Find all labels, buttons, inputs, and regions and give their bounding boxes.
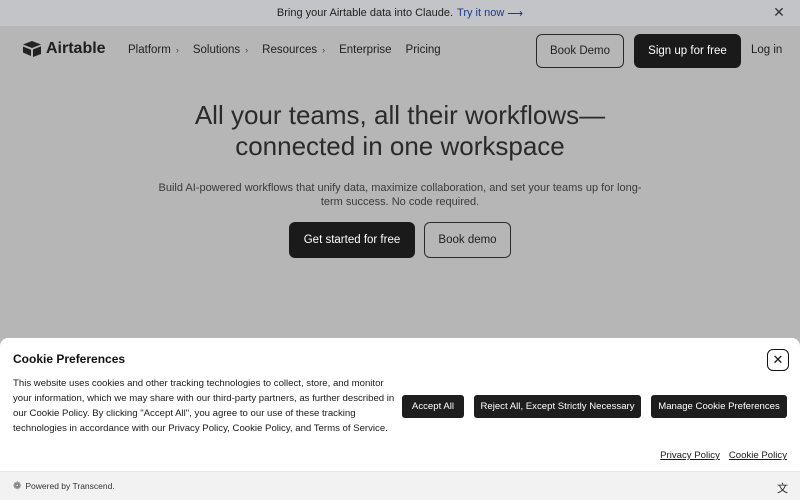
nav-item-label: Pricing [405, 44, 441, 56]
accept-all-button[interactable]: Accept All [402, 395, 464, 418]
hero-subtitle: Build AI-powered workflows that unify da… [158, 182, 642, 208]
policy-links: Privacy Policy Cookie Policy [651, 450, 787, 461]
nav-item-enterprise[interactable]: Enterprise [339, 44, 391, 56]
hero-title-line-2: connected in one workspace [235, 131, 565, 161]
nav-item-platform[interactable]: Platform › [128, 44, 179, 56]
transcend-logo-icon: ❁ [13, 480, 22, 492]
chevron-right-icon: › [175, 45, 179, 55]
manage-preferences-button[interactable]: Manage Cookie Preferences [651, 395, 787, 418]
privacy-policy-link[interactable]: Privacy Policy [660, 450, 720, 461]
nav-item-pricing[interactable]: Pricing [406, 44, 441, 56]
close-icon[interactable]: ✕ [767, 349, 789, 371]
arrow-right-icon[interactable]: ⟶ [507, 7, 523, 20]
nav-item-label: Enterprise [339, 44, 392, 56]
banner-text: Bring your Airtable data into Claude. [276, 7, 454, 19]
log-in-link[interactable]: Log in [751, 44, 782, 56]
chevron-right-icon: › [322, 45, 326, 55]
powered-by-text: Powered by Transcend. [25, 481, 115, 491]
cookie-policy-link[interactable]: Cookie Policy [729, 450, 787, 461]
sign-up-button[interactable]: Sign up for free [634, 34, 741, 68]
get-started-button[interactable]: Get started for free [289, 222, 415, 258]
nav-item-label: Resources [262, 44, 318, 56]
main-nav: Airtable Platform › Solutions › Resource… [0, 26, 800, 76]
hero-title: All your teams, all their workflows— con… [0, 100, 800, 162]
book-demo-hero-button[interactable]: Book demo [424, 222, 511, 258]
nav-item-label: Solutions [192, 44, 241, 56]
translate-icon[interactable]: 文 [777, 480, 788, 496]
airtable-logo-icon [23, 41, 41, 57]
nav-item-resources[interactable]: Resources › [262, 44, 325, 56]
banner-try-link[interactable]: Try it now [457, 7, 504, 19]
announcement-banner: Bring your Airtable data into Claude. Tr… [0, 0, 800, 26]
airtable-logo[interactable]: Airtable [22, 40, 106, 58]
reject-all-button[interactable]: Reject All, Except Strictly Necessary [474, 395, 641, 418]
cookie-preferences-panel: Cookie Preferences ✕ This website uses c… [0, 338, 800, 500]
close-icon[interactable]: ✕ [772, 4, 786, 20]
hero-title-line-1: All your teams, all their workflows— [194, 100, 606, 130]
nav-item-solutions[interactable]: Solutions › [193, 44, 248, 56]
chevron-right-icon: › [245, 45, 249, 55]
logo-text: Airtable [46, 40, 106, 57]
cookie-description: This website uses cookies and other trac… [13, 378, 395, 434]
cookie-title: Cookie Preferences [13, 352, 126, 366]
nav-item-label: Platform [128, 44, 171, 56]
cookie-footer: ❁ Powered by Transcend. 文 [0, 471, 800, 500]
book-demo-button[interactable]: Book Demo [536, 34, 624, 68]
nav-menu: Platform › Solutions › Resources › Enter… [128, 44, 455, 56]
